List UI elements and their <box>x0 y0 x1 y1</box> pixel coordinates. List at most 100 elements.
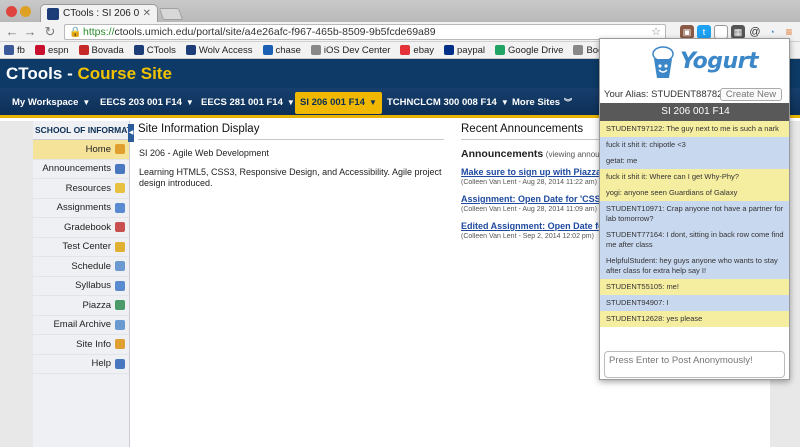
nav-tab-tchnclcm-300[interactable]: TCHNCLCM 300 008 F14 ▼ <box>382 92 514 114</box>
course-name: SI 206 - Agile Web Development <box>139 148 269 158</box>
close-window-button[interactable] <box>6 6 17 17</box>
chat-message: yogi: anyone seen Guardians of Galaxy <box>600 185 789 201</box>
tool-menu-item[interactable]: Help <box>33 355 129 374</box>
chat-message: STUDENT94907: I <box>600 295 789 311</box>
tool-menu-item[interactable]: Email Archive <box>33 316 129 335</box>
announcement-link[interactable]: Edited Assignment: Open Date for 'H <box>461 221 599 231</box>
bookmark-favicon-icon <box>310 45 321 55</box>
bookmark-favicon-icon <box>573 45 584 55</box>
left-gutter <box>0 121 33 447</box>
post-message-input[interactable] <box>604 351 785 378</box>
url-text: ctools.umich.edu/portal/site/a4e26afc-f9… <box>114 26 436 38</box>
gradebook-icon <box>115 222 125 233</box>
syllabus-icon <box>115 280 125 291</box>
extension-grid-icon[interactable]: ▦ <box>731 25 745 39</box>
bookmark-item[interactable]: fb <box>4 45 25 56</box>
megaphone-icon <box>115 163 125 174</box>
new-tab-button[interactable] <box>158 8 184 20</box>
assignment-icon <box>115 202 125 213</box>
tab-title: CTools : SI 206 001 F14 <box>63 8 139 19</box>
collapse-menu-toggle[interactable]: ◀ <box>128 124 134 142</box>
mail-icon <box>115 319 125 330</box>
bookmark-star-icon[interactable]: ☆ <box>651 25 661 39</box>
tool-menu-item[interactable]: Announcements <box>33 160 129 179</box>
bookmark-item[interactable]: iOS Dev Center <box>310 44 391 56</box>
site-info-title: Site Information Display <box>138 123 444 140</box>
announcement-link[interactable]: Make sure to sign up with Piazza <box>461 167 599 177</box>
forward-arrow-icon[interactable]: → <box>22 23 38 41</box>
nav-tab-my-workspace[interactable]: My Workspace ▼ <box>7 92 95 114</box>
tool-menu-item[interactable]: Resources <box>33 179 129 199</box>
bookmark-label: espn <box>47 44 69 56</box>
chat-message: STUDENT12628: yes please <box>600 311 789 327</box>
bookmark-item[interactable]: chase <box>262 44 301 56</box>
bookmark-label: paypal <box>457 44 486 56</box>
message-list[interactable]: STUDENT97122: The guy next to me is such… <box>600 121 789 349</box>
chevron-down-icon: ▼ <box>82 98 91 107</box>
chat-message: HelpfulStudent: hey guys anyone who want… <box>600 253 789 279</box>
tool-menu-label: Home <box>85 143 111 155</box>
ctools-favicon-icon <box>47 7 59 20</box>
create-new-alias-button[interactable]: Create New <box>720 88 782 101</box>
tool-menu: SCHOOL OF INFORMATION Home Announcements R… <box>33 121 130 447</box>
chevron-down-icon: ▼ <box>368 98 377 107</box>
tool-menu-item[interactable]: Piazza <box>33 296 129 316</box>
tool-menu-item[interactable]: Assignments <box>33 199 129 218</box>
extension-instagram-icon[interactable]: ▣ <box>680 25 694 39</box>
bookmark-item[interactable]: Bovada <box>78 45 124 56</box>
nav-tab-eecs-281[interactable]: EECS 281 001 F14 ▼ <box>196 92 300 114</box>
extension-twitter-icon[interactable]: t <box>697 25 711 39</box>
pencil-icon <box>115 241 125 252</box>
announcement-meta: (Colleen Van Lent - Aug 28, 2014 11:22 a… <box>461 179 597 186</box>
bookmark-item[interactable]: Wolv Access <box>185 44 253 56</box>
tool-menu-label: Syllabus <box>75 280 111 292</box>
nav-tab-eecs-203[interactable]: EECS 203 001 F14 ▼ <box>95 92 199 114</box>
extension-yogurt-icon[interactable]: ◔ <box>765 25 779 39</box>
folder-icon <box>115 183 125 194</box>
browser-tab-active[interactable]: CTools : SI 206 001 F14 ✕ <box>40 4 158 22</box>
alias-label: Your Alias: STUDENT88782 <box>604 89 723 100</box>
bookmark-label: Wolv Access <box>198 44 253 56</box>
chrome-menu-icon[interactable]: ≡ <box>782 25 796 39</box>
tool-menu-item[interactable]: Site Info <box>33 335 129 355</box>
bookmark-item[interactable]: ebay <box>400 45 434 56</box>
bookmark-item[interactable]: paypal <box>444 45 485 56</box>
chevron-down-icon: ▼ <box>286 98 295 107</box>
bookmark-favicon-icon <box>34 45 45 55</box>
chat-message: STUDENT10971: Crap anyone not have a par… <box>600 201 789 227</box>
tool-menu-item[interactable]: Test Center <box>33 238 129 257</box>
bookmark-favicon-icon <box>444 45 455 55</box>
bookmark-label: chase <box>275 44 301 56</box>
announcements-subtitle: Announcements (viewing announcemen <box>461 149 599 160</box>
tool-menu-item[interactable]: Syllabus <box>33 277 129 296</box>
yogurt-popup: Yogurt Your Alias: STUDENT88782 Create N… <box>599 38 790 380</box>
home-icon <box>115 144 125 155</box>
chat-message: STUDENT77164: I dont, sitting in back ro… <box>600 227 789 253</box>
bookmark-label: Google Drive <box>508 44 564 56</box>
extension-box-icon[interactable] <box>714 25 728 39</box>
tool-menu-item[interactable]: Schedule <box>33 257 129 277</box>
chat-message: getat: me <box>600 153 789 169</box>
extension-at-icon[interactable]: @ <box>748 25 762 39</box>
tool-menu-item[interactable]: Home <box>33 140 129 160</box>
tool-menu-label: Help <box>91 358 111 370</box>
tool-menu-item[interactable]: Gradebook <box>33 218 129 238</box>
bookmark-label: iOS Dev Center <box>323 44 391 56</box>
reload-icon[interactable]: ↻ <box>42 23 58 41</box>
announcement-link[interactable]: Assignment: Open Date for 'CSS Bac <box>461 194 599 204</box>
chat-message: STUDENT97122: The guy next to me is such… <box>600 121 789 137</box>
bookmark-item[interactable]: Google Drive <box>495 45 563 56</box>
yogurt-logo-text: Yogurt <box>680 49 759 74</box>
minimize-window-button[interactable] <box>20 6 31 17</box>
yogurt-logo: Yogurt <box>600 39 789 89</box>
address-bar[interactable]: 🔒 https://ctools.umich.edu/portal/site/a… <box>64 24 666 40</box>
close-tab-icon[interactable]: ✕ <box>143 8 151 19</box>
tool-menu-label: Piazza <box>82 299 111 311</box>
bookmark-favicon-icon <box>133 45 144 55</box>
bookmark-item[interactable]: espn <box>34 44 69 56</box>
nav-tab-si-206[interactable]: SI 206 001 F14 ▼ <box>295 92 382 114</box>
chevron-down-icon: ▼ <box>185 98 194 107</box>
nav-tab-more-sites[interactable]: More Sites ︾ <box>507 92 577 114</box>
bookmark-item[interactable]: CTools <box>133 45 176 56</box>
back-arrow-icon[interactable]: ← <box>4 23 20 41</box>
